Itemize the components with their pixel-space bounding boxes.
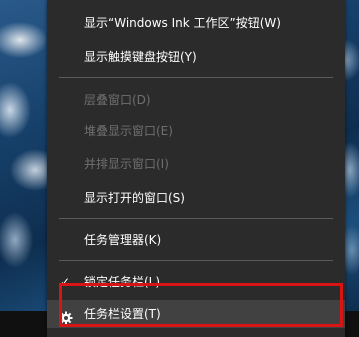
menu-item-label: 显示“Windows Ink 工作区”按钮(W) (84, 16, 281, 30)
desktop-screen: 显示“Windows Ink 工作区”按钮(W) 显示触摸键盘按钮(Y) 层叠窗… (0, 0, 359, 337)
menu-item-show-windows-side-by-side[interactable]: 并排显示窗口(I) (47, 150, 345, 178)
menu-item-label: 显示打开的窗口(S) (84, 191, 185, 205)
menu-item-show-open-windows[interactable]: 显示打开的窗口(S) (47, 184, 345, 212)
menu-item-show-windows-ink-button[interactable]: 显示“Windows Ink 工作区”按钮(W) (47, 9, 345, 37)
menu-item-label: 并排显示窗口(I) (84, 157, 169, 171)
gear-icon (59, 307, 73, 325)
menu-item-label: 锁定任务栏(L) (84, 275, 161, 289)
menu-item-show-touch-keyboard-button[interactable]: 显示触摸键盘按钮(Y) (47, 43, 345, 71)
menu-item-taskbar-settings[interactable]: 任务栏设置(T) (47, 300, 345, 328)
menu-item-lock-taskbar[interactable]: ✓ 锁定任务栏(L) (47, 268, 345, 296)
menu-separator (59, 218, 333, 219)
menu-item-cascade-windows[interactable]: 层叠窗口(D) (47, 86, 345, 114)
menu-separator (59, 77, 333, 78)
menu-item-task-manager[interactable]: 任务管理器(K) (47, 226, 345, 254)
checkmark-icon: ✓ (60, 275, 71, 289)
menu-item-label: 任务栏设置(T) (84, 307, 161, 321)
menu-item-label: 层叠窗口(D) (84, 93, 151, 107)
menu-item-label: 显示触摸键盘按钮(Y) (84, 50, 197, 64)
taskbar-context-menu: 显示“Windows Ink 工作区”按钮(W) 显示触摸键盘按钮(Y) 层叠窗… (47, 0, 345, 337)
menu-separator (59, 260, 333, 261)
menu-item-label: 任务管理器(K) (84, 233, 162, 247)
menu-item-show-windows-stacked[interactable]: 堆叠显示窗口(E) (47, 117, 345, 145)
menu-item-label: 堆叠显示窗口(E) (84, 124, 173, 138)
